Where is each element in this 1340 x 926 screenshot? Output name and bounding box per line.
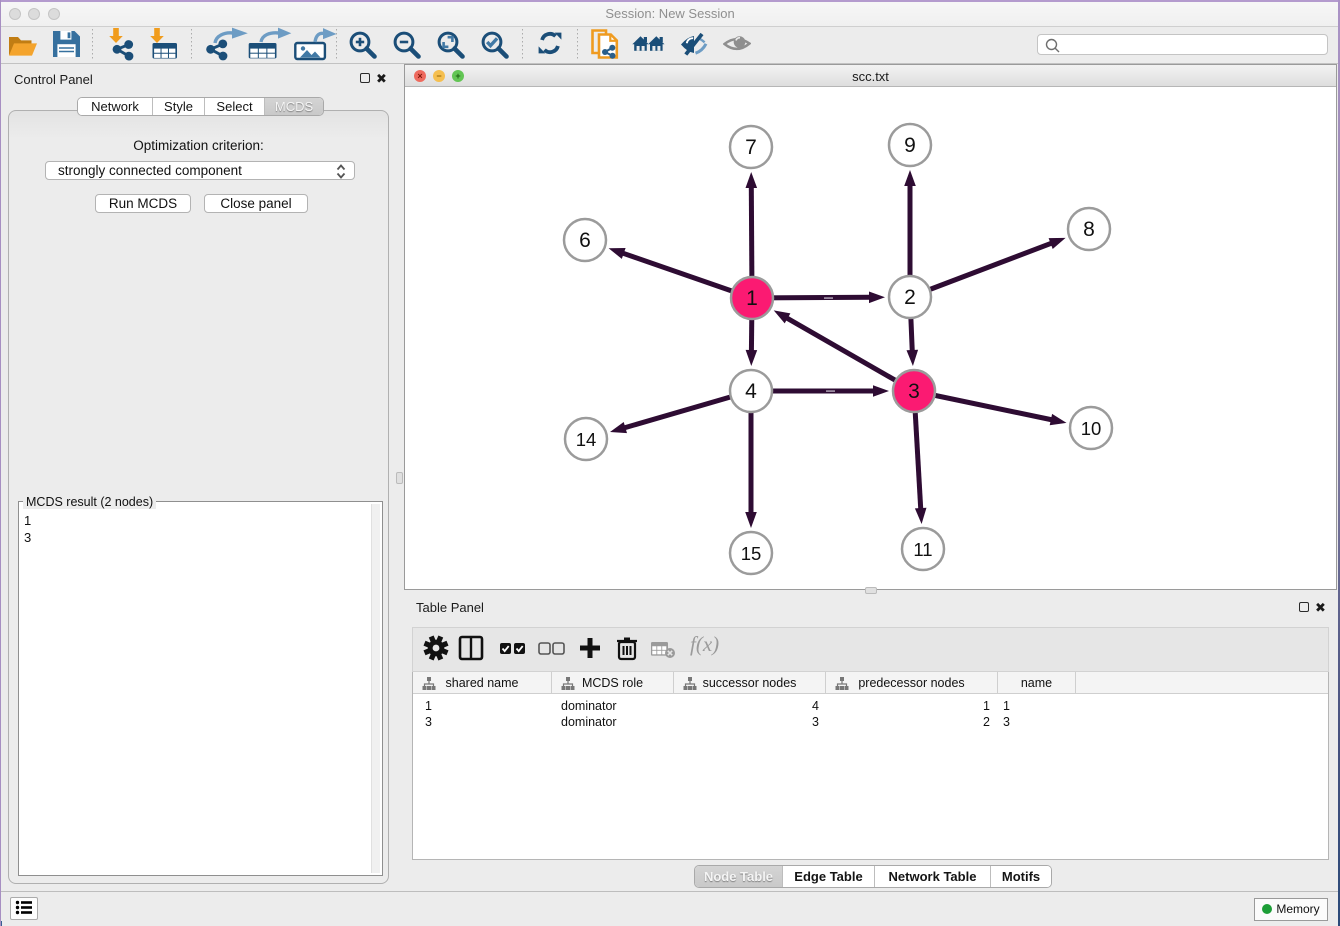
svg-text:7: 7 [745, 136, 757, 159]
svg-text:2: 2 [904, 286, 916, 309]
svg-text:8: 8 [1083, 218, 1095, 241]
svg-text:3: 3 [908, 380, 920, 403]
svg-text:6: 6 [579, 229, 591, 252]
svg-text:4: 4 [745, 380, 757, 403]
svg-text:11: 11 [913, 539, 932, 560]
svg-text:1: 1 [746, 287, 758, 310]
svg-text:14: 14 [576, 429, 597, 450]
svg-text:9: 9 [904, 134, 916, 157]
svg-text:15: 15 [741, 543, 762, 564]
svg-text:10: 10 [1081, 418, 1102, 439]
